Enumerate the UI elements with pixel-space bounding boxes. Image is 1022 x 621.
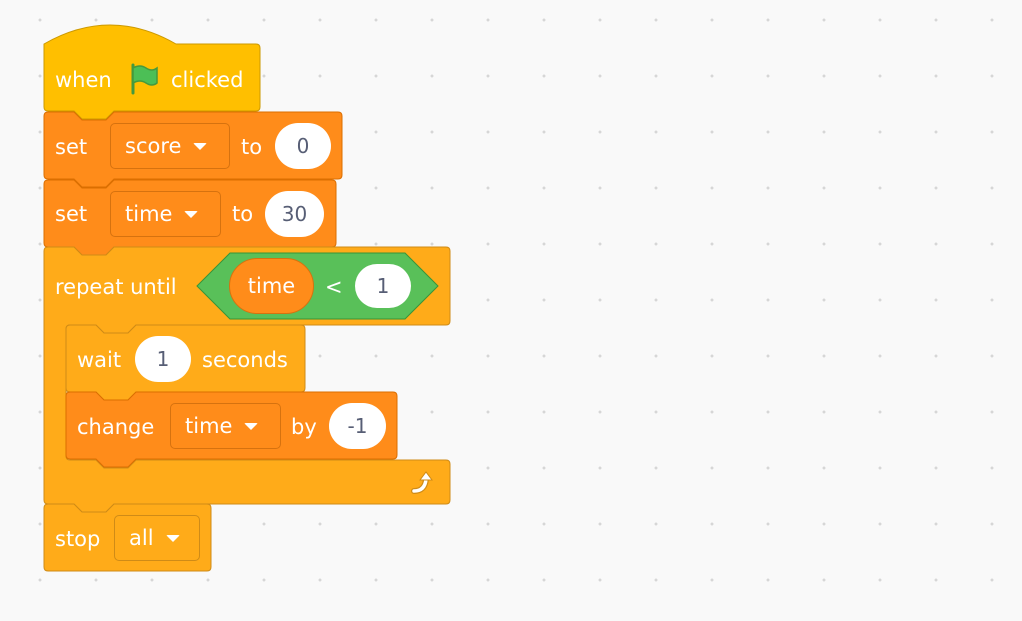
green-flag-icon xyxy=(131,63,158,95)
seconds-label: seconds xyxy=(202,348,288,372)
stop-label: stop xyxy=(55,527,101,551)
stop-option-label: all xyxy=(129,526,154,550)
variable-dropdown-label: time xyxy=(125,202,173,226)
to-label: to xyxy=(232,202,254,226)
repeat-until-label: repeat until xyxy=(55,275,177,299)
by-label: by xyxy=(291,415,317,439)
dropdown-caret-icon xyxy=(244,422,259,430)
variable-dropdown-score[interactable]: score xyxy=(110,123,230,169)
dropdown-caret-icon xyxy=(165,534,180,542)
value-input-time[interactable]: 30 xyxy=(265,191,324,237)
set-label: set xyxy=(55,202,88,226)
when-label: when xyxy=(55,68,112,92)
repeat-arrow-icon xyxy=(411,471,433,494)
wait-seconds-input[interactable]: 1 xyxy=(135,336,191,382)
clicked-label: clicked xyxy=(171,68,244,92)
variable-dropdown-label: score xyxy=(125,134,182,158)
set-label: set xyxy=(55,135,88,159)
change-label: change xyxy=(77,415,155,439)
variable-dropdown-time[interactable]: time xyxy=(110,191,221,237)
stop-option-dropdown[interactable]: all xyxy=(114,515,200,561)
condition-value-input[interactable]: 1 xyxy=(355,264,411,308)
variable-dropdown-time[interactable]: time xyxy=(170,403,281,449)
wait-label: wait xyxy=(77,348,122,372)
less-than-operator: < xyxy=(325,275,343,299)
variable-dropdown-label: time xyxy=(185,414,233,438)
time-variable-reporter[interactable]: time xyxy=(229,258,314,314)
change-value-input[interactable]: -1 xyxy=(329,403,386,449)
dropdown-caret-icon xyxy=(193,142,208,150)
value-input-score[interactable]: 0 xyxy=(275,123,331,169)
dropdown-caret-icon xyxy=(184,210,199,218)
to-label: to xyxy=(241,135,263,159)
